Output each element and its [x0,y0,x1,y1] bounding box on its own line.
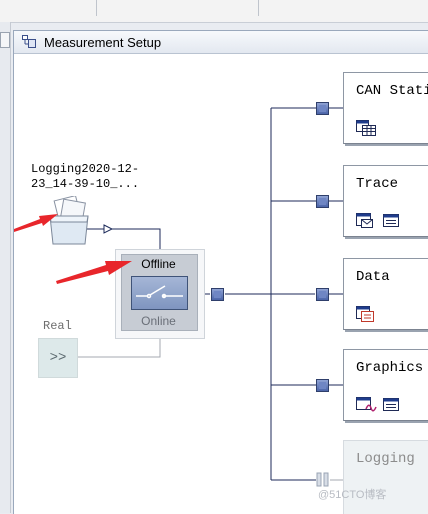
annotation-arrows [14,214,132,284]
watermark: @51CTO博客 [318,489,387,501]
